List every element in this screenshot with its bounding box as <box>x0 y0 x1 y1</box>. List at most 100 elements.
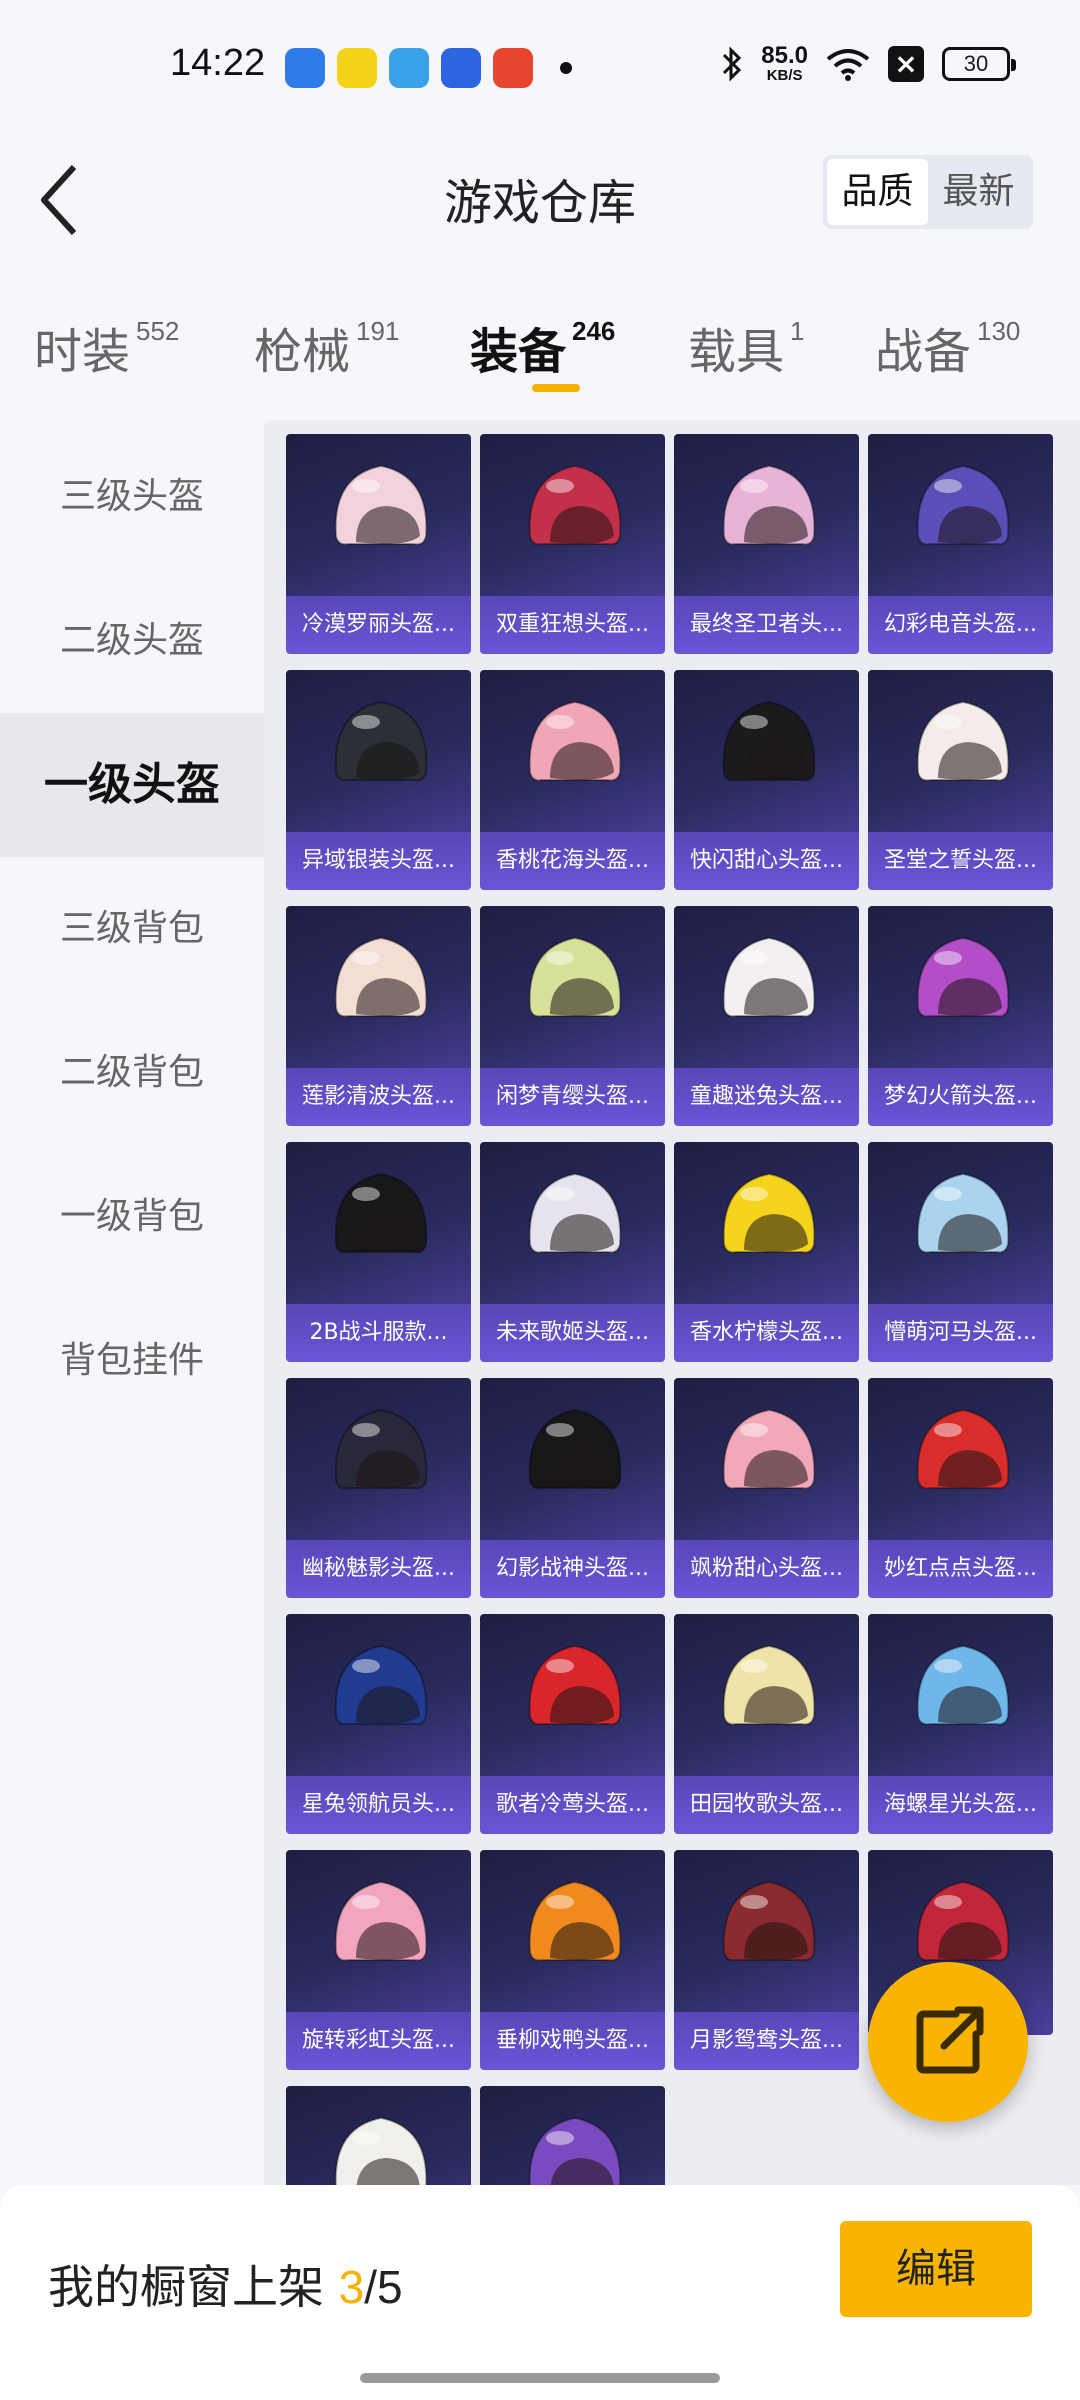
item-card[interactable]: 异域银装头盔... <box>286 670 471 890</box>
item-card[interactable]: 香桃花海头盔... <box>480 670 665 890</box>
sort-newest-button[interactable]: 最新 <box>928 159 1029 225</box>
helmet-icon <box>916 1644 1010 1726</box>
status-time: 14:22 <box>170 42 266 84</box>
helmet-icon <box>334 1880 428 1962</box>
item-card[interactable]: 歌者冷莺头盔... <box>480 1614 665 1834</box>
item-card[interactable]: 妙红点点头盔... <box>868 1378 1053 1598</box>
helmet-icon <box>528 700 622 782</box>
sort-toggle: 品质 最新 <box>823 155 1033 229</box>
sidebar-item-backpack-lv1[interactable]: 一级背包 <box>0 1145 264 1289</box>
item-card[interactable]: 垂柳戏鸭头盔... <box>480 1850 665 2070</box>
item-name: 香桃花海头盔... <box>480 832 665 890</box>
item-card[interactable]: 快闪甜心头盔... <box>674 670 859 890</box>
notification-off-icon: × <box>888 45 924 82</box>
item-name: 海螺星光头盔... <box>868 1776 1053 1834</box>
item-card[interactable]: 懵萌河马头盔... <box>868 1142 1053 1362</box>
item-card[interactable]: 圣堂之誓头盔... <box>868 670 1053 890</box>
item-card[interactable]: 闲梦青缨头盔... <box>480 906 665 1126</box>
helmet-icon <box>722 1880 816 1962</box>
tab-label: 战备 <box>875 324 972 380</box>
item-card[interactable]: 梦幻火箭头盔... <box>868 906 1053 1126</box>
helmet-icon <box>528 2116 622 2185</box>
showcase-current: 3 <box>338 2261 365 2313</box>
helmet-icon <box>722 1408 816 1490</box>
item-name: 懵萌河马头盔... <box>868 1304 1053 1362</box>
tab-label: 枪械 <box>254 324 351 380</box>
active-tab-indicator <box>532 384 580 392</box>
sidebar-item-helmet-lv1[interactable]: 一级头盔 <box>0 713 264 857</box>
tab-count: 130 <box>977 316 1021 346</box>
helmet-icon <box>722 1172 816 1254</box>
helmet-icon <box>528 464 622 546</box>
item-name: 2B战斗服款... <box>286 1304 471 1362</box>
helmet-icon <box>916 1880 1010 1962</box>
item-card[interactable]: 海螺星光头盔... <box>868 1614 1053 1834</box>
item-card[interactable]: 幻影战神头盔... <box>480 1378 665 1598</box>
item-grid-panel: 冷漠罗丽头盔... 双重狂想头盔... 最终圣卫者头... 幻彩电音头盔... 异域银装… <box>264 420 1080 2185</box>
more-notifications-icon <box>560 62 572 74</box>
item-card[interactable]: 莲影清波头盔... <box>286 906 471 1126</box>
net-speed-value: 85.0 <box>761 42 808 69</box>
category-tabs: 时装 552 枪械 191 装备 246 载具 1 战备 130 <box>0 300 1080 410</box>
wifi-icon <box>826 48 870 81</box>
helmet-icon <box>334 1408 428 1490</box>
tab-vehicles[interactable]: 载具 1 <box>688 312 804 382</box>
item-card[interactable]: 幽秘魅影头盔... <box>286 1378 471 1598</box>
item-card[interactable]: 童趣迷兔头盔... <box>674 906 859 1126</box>
tab-firearms[interactable]: 枪械 191 <box>254 312 399 382</box>
item-card[interactable]: 最终圣卫者头... <box>674 434 859 654</box>
sidebar-item-helmet-lv2[interactable]: 二级头盔 <box>0 569 264 713</box>
item-card[interactable]: 星兔领航员头... <box>286 1614 471 1834</box>
item-card[interactable]: 幻彩电音头盔... <box>868 434 1053 654</box>
item-card[interactable]: 月影鸳鸯头盔... <box>674 1850 859 2070</box>
helmet-icon <box>722 700 816 782</box>
app-notification-icon <box>337 48 377 88</box>
home-indicator[interactable] <box>360 2373 720 2383</box>
edit-button[interactable]: 编辑 <box>840 2221 1032 2317</box>
item-name: 异域银装头盔... <box>286 832 471 890</box>
tab-count: 246 <box>572 316 616 346</box>
item-name: 快闪甜心头盔... <box>674 832 859 890</box>
header: 游戏仓库 品质 最新 <box>0 105 1080 280</box>
item-card[interactable]: 香水柠檬头盔... <box>674 1142 859 1362</box>
subcategory-sidebar: 三级头盔 二级头盔 一级头盔 三级背包 二级背包 一级背包 背包挂件 <box>0 425 264 2185</box>
item-card[interactable]: 旋转彩虹头盔... <box>286 1850 471 2070</box>
app-notification-icon <box>285 48 325 88</box>
item-name: 飒粉甜心头盔... <box>674 1540 859 1598</box>
item-name: 梦幻火箭头盔... <box>868 1068 1053 1126</box>
tab-fashion[interactable]: 时装 552 <box>34 312 179 382</box>
helmet-icon <box>722 936 816 1018</box>
tab-supplies[interactable]: 战备 130 <box>875 312 1020 382</box>
item-name: 冷漠罗丽头盔... <box>286 596 471 654</box>
helmet-icon <box>334 464 428 546</box>
sidebar-item-backpack-lv3[interactable]: 三级背包 <box>0 857 264 1001</box>
helmet-icon <box>528 1644 622 1726</box>
item-name: 香水柠檬头盔... <box>674 1304 859 1362</box>
item-card[interactable]: 2B战斗服款... <box>286 1142 471 1362</box>
helmet-icon <box>528 1172 622 1254</box>
helmet-icon <box>528 936 622 1018</box>
item-card[interactable]: 双重狂想头盔... <box>480 434 665 654</box>
share-icon <box>916 2006 984 2074</box>
notification-icons <box>285 48 533 88</box>
item-card[interactable]: 田园牧歌头盔... <box>674 1614 859 1834</box>
sidebar-item-backpack-charm[interactable]: 背包挂件 <box>0 1289 264 1433</box>
item-card[interactable] <box>286 2086 471 2185</box>
showcase-total: /5 <box>364 2261 403 2313</box>
helmet-icon <box>916 1172 1010 1254</box>
tab-equipment[interactable]: 装备 246 <box>470 312 615 382</box>
sort-quality-button[interactable]: 品质 <box>827 159 928 225</box>
item-name: 田园牧歌头盔... <box>674 1776 859 1834</box>
item-card[interactable]: 冷漠罗丽头盔... <box>286 434 471 654</box>
share-button[interactable] <box>868 1962 1028 2122</box>
item-card[interactable] <box>480 2086 665 2185</box>
helmet-icon <box>528 1408 622 1490</box>
item-card[interactable]: 未来歌姬头盔... <box>480 1142 665 1362</box>
item-name: 旋转彩虹头盔... <box>286 2012 471 2070</box>
item-card[interactable]: 飒粉甜心头盔... <box>674 1378 859 1598</box>
showcase-label: 我的橱窗上架 <box>48 2260 324 2314</box>
sidebar-item-backpack-lv2[interactable]: 二级背包 <box>0 1001 264 1145</box>
tab-label: 装备 <box>470 324 567 380</box>
helmet-icon <box>916 464 1010 546</box>
sidebar-item-helmet-lv3[interactable]: 三级头盔 <box>0 425 264 569</box>
